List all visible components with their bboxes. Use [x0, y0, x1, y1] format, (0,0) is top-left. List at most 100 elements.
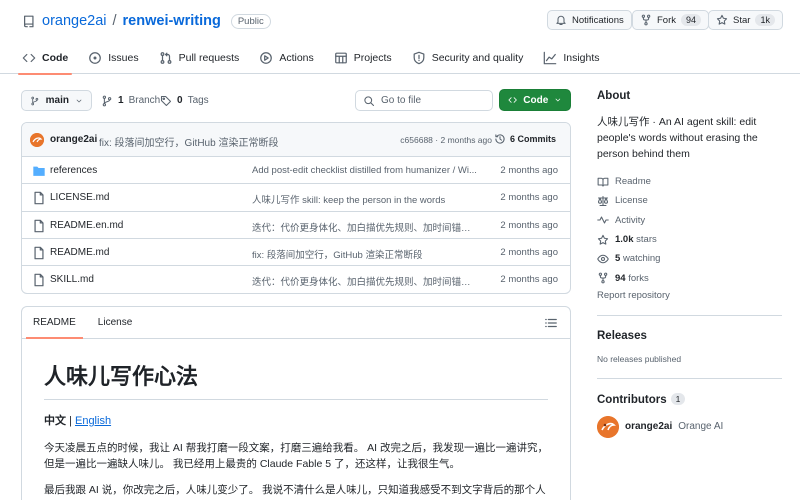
about-meta-list: Readme License Activity 1.0k stars 5 wat…: [597, 172, 782, 288]
table-row[interactable]: README.md fix: 段落间加空行，GitHub 渲染正常断段 2 mo…: [22, 239, 570, 267]
go-to-file-search[interactable]: [355, 90, 493, 111]
fork-icon: [641, 14, 651, 26]
file-date: 2 months ago: [500, 165, 558, 176]
latest-commit-bar: orange2ai fix: 段落间加空行，GitHub 渲染正常断段 c656…: [22, 123, 570, 157]
file-commit-message[interactable]: Add post-edit checklist distilled from h…: [252, 165, 478, 176]
file-date: 2 months ago: [500, 192, 558, 204]
releases-heading[interactable]: Releases: [597, 330, 782, 342]
table-row[interactable]: README.en.md 迭代：代价更身体化、加白描优先规则、加时间锚点g...…: [22, 212, 570, 239]
chevron-down-icon: [555, 98, 561, 102]
commit-message[interactable]: fix: 段落间加空行，GitHub 渲染正常断段: [99, 134, 278, 149]
file-date: 2 months ago: [500, 274, 558, 286]
book-icon: [597, 177, 609, 187]
commit-hash[interactable]: c656688: [400, 135, 433, 145]
contributors-count: 1: [670, 392, 686, 405]
tab-license[interactable]: License: [87, 307, 143, 338]
file-date: 2 months ago: [500, 219, 558, 231]
activity-link-label: Activity: [615, 214, 646, 226]
tab-insights[interactable]: Insights: [543, 46, 600, 70]
tab-readme-label: README: [33, 317, 76, 328]
avatar[interactable]: [597, 415, 619, 438]
contributors-heading[interactable]: Contributors 1: [597, 392, 782, 406]
activity-link[interactable]: Activity: [597, 211, 782, 230]
readme-link[interactable]: Readme: [597, 172, 782, 191]
search-icon: [364, 95, 375, 106]
branch-name: main: [45, 95, 69, 106]
fork-button[interactable]: Fork 94: [632, 10, 710, 30]
commits-link[interactable]: 6 Commits: [494, 133, 556, 145]
tab-actions[interactable]: Actions: [259, 46, 314, 70]
sidebar: About 人味儿写作 · An AI agent skill: edit pe…: [597, 90, 782, 438]
contributor-item[interactable]: orange2ai Orange AI: [597, 415, 782, 438]
code-icon: [22, 53, 36, 63]
commits-count: 6 Commits: [509, 134, 556, 144]
tab-code[interactable]: Code: [17, 46, 73, 75]
forks-link[interactable]: 94 forks: [597, 268, 782, 287]
table-icon: [334, 52, 347, 64]
go-to-file-input[interactable]: [381, 95, 481, 106]
license-link-label: License: [615, 195, 648, 207]
code-button-label: Code: [523, 94, 549, 106]
fork-label: Fork: [657, 14, 676, 26]
commit-author[interactable]: orange2ai: [50, 134, 97, 145]
repo-header: orange2ai / renwei-writing Public Notifi…: [0, 0, 800, 75]
repo-icon: [24, 15, 34, 28]
branch-select[interactable]: main: [21, 90, 92, 111]
branch-icon: [102, 95, 112, 106]
lang-current: 中文: [44, 415, 66, 427]
law-icon: [597, 195, 609, 206]
report-repository-link[interactable]: Report repository: [597, 290, 782, 301]
contributor-handle[interactable]: orange2ai: [625, 421, 672, 432]
readme-link-label: Readme: [615, 176, 651, 188]
license-link[interactable]: License: [597, 191, 782, 210]
tab-projects[interactable]: Projects: [334, 46, 392, 70]
repo-owner-link[interactable]: orange2ai: [42, 13, 107, 29]
readme-title: 人味儿写作心法: [44, 359, 548, 400]
star-button[interactable]: Star 1k: [708, 10, 783, 30]
readme-panel: README License 人味儿写作心法 中文 | English 今天凌晨…: [21, 306, 571, 500]
star-count: 1k: [755, 14, 775, 26]
tag-count: 0: [177, 95, 183, 106]
tab-readme[interactable]: README: [22, 307, 87, 339]
list-unordered-icon[interactable]: [544, 316, 558, 330]
stars-link[interactable]: 1.0k stars: [597, 230, 782, 249]
star-label: Star: [733, 14, 751, 26]
forks-word: forks: [628, 272, 649, 284]
table-row[interactable]: references Add post-edit checklist disti…: [22, 157, 570, 185]
tab-security-label: Security and quality: [431, 52, 524, 64]
tab-actions-label: Actions: [279, 52, 314, 64]
tags-link[interactable]: 0 Tags: [160, 90, 209, 111]
readme-paragraph: 今天凌晨五点的时候，我让 AI 帮我打磨一段文案，打磨三遍给我看。 AI 改完之…: [44, 442, 549, 470]
tab-security[interactable]: Security and quality: [412, 46, 524, 70]
commit-time: 2 months ago: [440, 135, 492, 145]
file-name[interactable]: README.en.md: [50, 220, 123, 231]
avatar[interactable]: [30, 133, 44, 147]
tab-issues[interactable]: Issues: [88, 46, 139, 70]
file-name[interactable]: references: [50, 165, 97, 176]
visibility-badge: Public: [230, 13, 271, 29]
readme-tabs: README License: [22, 307, 570, 339]
table-row[interactable]: LICENSE.md 人味儿写作 skill: keep the person …: [22, 184, 570, 212]
watchers-link[interactable]: 5 watching: [597, 249, 782, 268]
file-commit-message[interactable]: 迭代：代价更身体化、加白描优先规则、加时间锚点g...: [252, 220, 478, 234]
file-browser: orange2ai fix: 段落间加空行，GitHub 渲染正常断段 c656…: [21, 122, 571, 294]
tab-pull-requests[interactable]: Pull requests: [159, 46, 239, 70]
branches-link[interactable]: 1 Branch: [101, 90, 160, 111]
star-icon: [597, 234, 609, 245]
file-icon: [34, 219, 44, 232]
table-row[interactable]: SKILL.md 迭代：代价更身体化、加白描优先规则、加时间锚点g... 2 m…: [22, 266, 570, 293]
stars-word: stars: [636, 234, 657, 246]
file-name[interactable]: LICENSE.md: [50, 192, 109, 203]
file-commit-message[interactable]: 迭代：代价更身体化、加白描优先规则、加时间锚点g...: [252, 274, 478, 288]
file-name[interactable]: README.md: [50, 247, 109, 258]
repo-separator: /: [112, 13, 117, 29]
file-name[interactable]: SKILL.md: [50, 274, 94, 285]
file-commit-message[interactable]: 人味儿写作 skill: keep the person in the word…: [252, 192, 478, 206]
file-commit-message[interactable]: fix: 段落间加空行，GitHub 渲染正常断段: [252, 247, 478, 261]
code-dropdown-button[interactable]: Code: [499, 89, 571, 111]
lang-english-link[interactable]: English: [75, 415, 111, 427]
repo-nav: Code Issues Pull requests Actions Projec…: [17, 46, 600, 75]
repo-name-link[interactable]: renwei-writing: [123, 13, 221, 29]
star-icon: [716, 14, 728, 25]
notifications-button[interactable]: Notifications: [547, 10, 632, 30]
